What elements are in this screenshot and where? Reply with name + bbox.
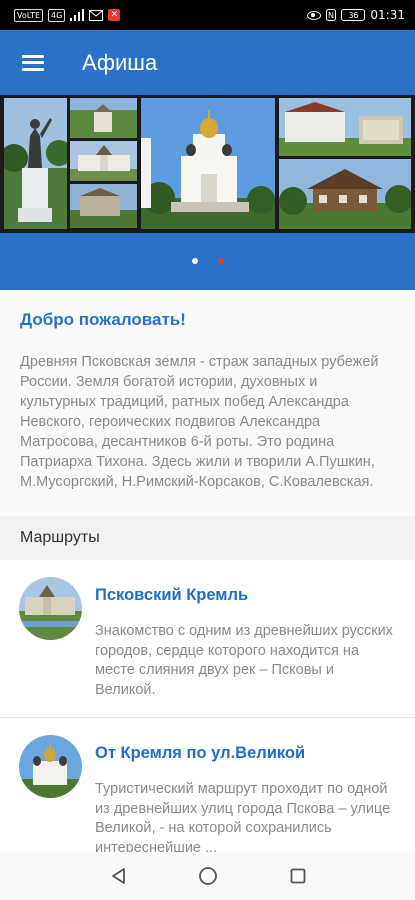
route-description: Знакомство с одним из древнейших русских… bbox=[95, 623, 393, 698]
app-title: Афиша bbox=[82, 49, 158, 75]
kremlin-tower-photo bbox=[70, 141, 137, 181]
volte-chip: VoLTE bbox=[14, 8, 44, 22]
carousel-indicator bbox=[0, 255, 415, 267]
image-carousel[interactable] bbox=[0, 95, 415, 290]
gmail-icon bbox=[89, 9, 104, 21]
nfc-icon: N bbox=[326, 9, 337, 21]
routes-header-label: Маршруты bbox=[20, 529, 100, 546]
app-screen: VoLTE 4G ✕ N 36 01:31 Афиша Добро пожало… bbox=[0, 0, 415, 900]
carousel-image-collage bbox=[0, 95, 415, 233]
wooden-house-photo bbox=[279, 159, 411, 229]
monument-photo bbox=[4, 98, 67, 229]
welcome-section: Добро пожаловать! Древняя Псковская земл… bbox=[0, 290, 415, 516]
route-item[interactable]: Псковский Кремль Знакомство с одним из д… bbox=[0, 560, 415, 717]
route-item[interactable]: От Кремля по ул.Великой Туристический ма… bbox=[0, 718, 415, 856]
carousel-dot-2-active[interactable] bbox=[217, 258, 224, 264]
battery-icon: 36 bbox=[341, 9, 366, 21]
trinity-cathedral-photo bbox=[141, 98, 275, 229]
route-thumbnail bbox=[19, 735, 82, 798]
route-title[interactable]: От Кремля по ул.Великой bbox=[95, 744, 305, 763]
route-title[interactable]: Псковский Кремль bbox=[95, 586, 248, 605]
status-left: VoLTE 4G ✕ bbox=[14, 8, 121, 22]
back-triangle-icon[interactable] bbox=[103, 861, 133, 891]
welcome-text: Древняя Псковская земля - страж западных… bbox=[20, 354, 379, 490]
routes-section-header: Маршруты bbox=[0, 516, 415, 560]
museum-building-photo bbox=[279, 98, 411, 156]
eye-comfort-icon bbox=[307, 10, 322, 20]
route-thumbnail bbox=[19, 577, 82, 640]
network-chip: 4G bbox=[48, 8, 66, 22]
church-photo-small bbox=[70, 98, 137, 138]
app-bar: Афиша bbox=[0, 30, 415, 95]
hamburger-menu-icon[interactable] bbox=[0, 30, 66, 95]
system-navigation-bar bbox=[0, 852, 415, 900]
signal-icon bbox=[70, 9, 85, 21]
notification-app-icon: ✕ bbox=[108, 9, 121, 21]
carousel-dot-1[interactable] bbox=[191, 258, 198, 264]
status-right: N 36 01:31 bbox=[307, 8, 405, 22]
status-bar: VoLTE 4G ✕ N 36 01:31 bbox=[0, 0, 415, 30]
route-description: Туристический маршрут проходит по одной … bbox=[95, 781, 391, 856]
fortress-photo bbox=[70, 184, 137, 228]
welcome-title: Добро пожаловать! bbox=[20, 310, 186, 329]
recents-square-icon[interactable] bbox=[283, 861, 313, 891]
clock: 01:31 bbox=[370, 8, 405, 22]
svg-text:N: N bbox=[328, 11, 334, 20]
home-circle-icon[interactable] bbox=[193, 861, 223, 891]
